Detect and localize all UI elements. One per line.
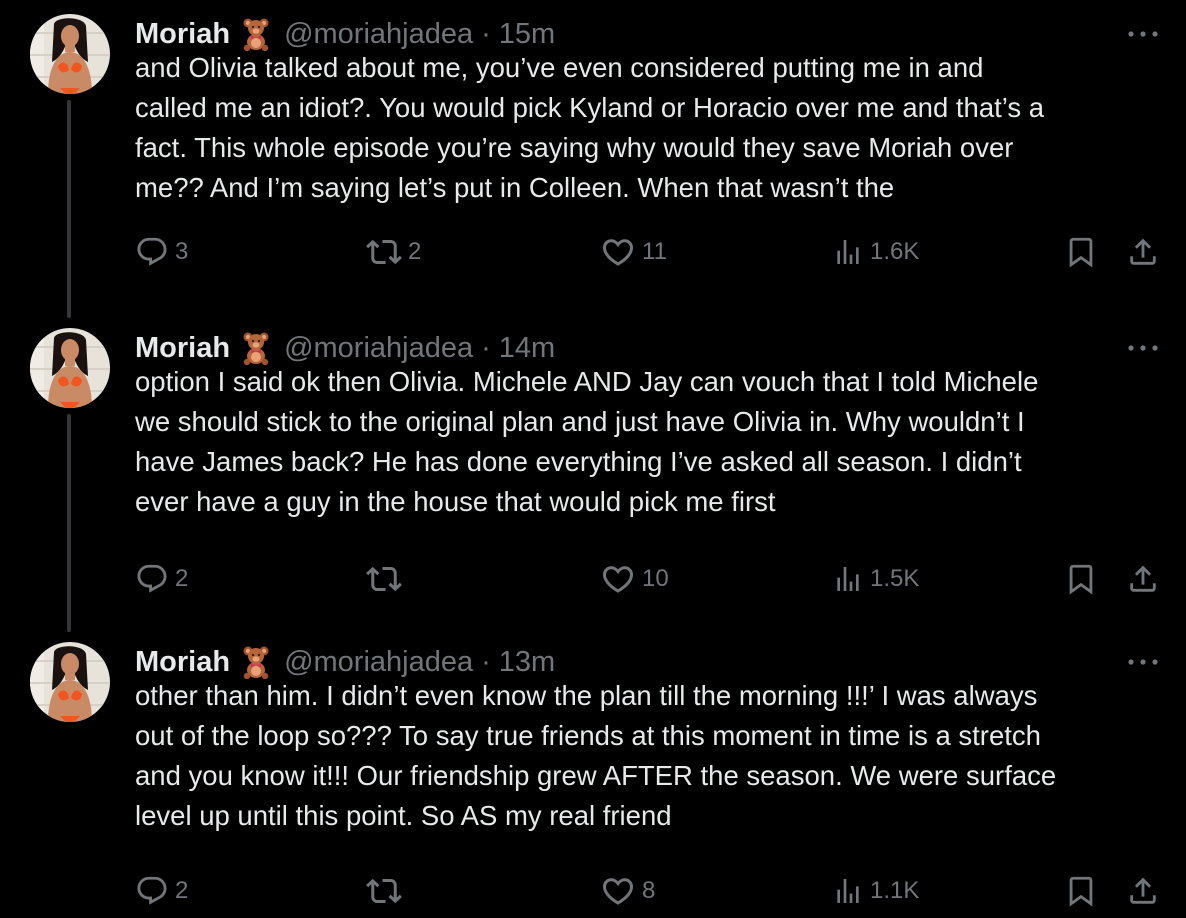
reply-icon: [135, 874, 169, 908]
like-icon: [600, 234, 636, 270]
thread-line: [67, 310, 71, 318]
tweet[interactable]: Moriah @moriahjadea · 14m option I said …: [0, 310, 1186, 632]
display-name[interactable]: Moriah: [135, 332, 230, 365]
teddy-bear-icon: [242, 645, 270, 679]
reply-button[interactable]: 3: [135, 232, 188, 272]
share-button[interactable]: [1126, 871, 1160, 911]
reply-count: 2: [175, 565, 189, 592]
separator-dot: ·: [481, 331, 491, 364]
bookmark-icon: [1064, 235, 1098, 269]
view-count: 1.1K: [870, 877, 920, 904]
display-name[interactable]: Moriah: [135, 18, 230, 51]
user-handle[interactable]: @moriahjadea: [284, 332, 473, 365]
like-button[interactable]: 11: [600, 232, 667, 272]
like-count: 11: [642, 238, 667, 265]
thread-line: [67, 624, 71, 632]
action-bar: 2 8 1.1K: [0, 871, 1186, 911]
share-button[interactable]: [1126, 559, 1160, 599]
tweet[interactable]: Moriah @moriahjadea · 13m other than him…: [0, 624, 1186, 918]
avatar[interactable]: [30, 14, 110, 94]
timestamp[interactable]: 15m: [499, 18, 555, 51]
view-count: 1.6K: [870, 238, 920, 265]
thread-line: [67, 414, 71, 632]
bookmark-icon: [1064, 874, 1098, 908]
like-button[interactable]: 10: [600, 559, 669, 599]
repost-count: 2: [408, 238, 422, 265]
share-icon: [1126, 874, 1160, 908]
avatar[interactable]: [30, 328, 110, 408]
like-count: 8: [642, 877, 656, 904]
separator-dot: ·: [481, 17, 491, 50]
timestamp[interactable]: 13m: [499, 646, 555, 679]
like-count: 10: [642, 565, 669, 592]
reply-count: 2: [175, 877, 189, 904]
bookmark-icon: [1064, 562, 1098, 596]
view-count: 1.5K: [870, 565, 920, 592]
action-bar: 2 10 1.5K: [0, 559, 1186, 599]
views-button[interactable]: 1.5K: [832, 559, 919, 599]
more-options-icon[interactable]: [1126, 338, 1160, 358]
share-button[interactable]: [1126, 232, 1160, 272]
views-icon: [832, 236, 864, 268]
share-icon: [1126, 235, 1160, 269]
more-options-icon[interactable]: [1126, 24, 1160, 44]
tweet-text: other than him. I didn’t even know the p…: [135, 680, 1057, 831]
reply-icon: [135, 235, 169, 269]
repost-icon: [366, 873, 402, 909]
display-name[interactable]: Moriah: [135, 646, 230, 679]
user-handle[interactable]: @moriahjadea: [284, 18, 473, 51]
reply-icon: [135, 562, 169, 596]
thread-line: [67, 100, 71, 318]
more-options-icon[interactable]: [1126, 652, 1160, 672]
like-icon: [600, 873, 636, 909]
avatar[interactable]: [30, 642, 110, 722]
like-button[interactable]: 8: [600, 871, 655, 911]
like-icon: [600, 561, 636, 597]
reply-count: 3: [175, 238, 189, 265]
views-icon: [832, 875, 864, 907]
teddy-bear-icon: [242, 331, 270, 365]
repost-icon: [366, 561, 402, 597]
user-handle[interactable]: @moriahjadea: [284, 646, 473, 679]
share-icon: [1126, 562, 1160, 596]
repost-button[interactable]: 2: [366, 232, 421, 272]
views-button[interactable]: 1.6K: [832, 232, 919, 272]
timestamp[interactable]: 14m: [499, 332, 555, 365]
tweet-text: option I said ok then Olivia. Michele AN…: [135, 366, 1039, 517]
reply-button[interactable]: 2: [135, 559, 188, 599]
action-bar: 3 2 11 1.6K: [0, 232, 1186, 272]
teddy-bear-icon: [242, 17, 270, 51]
bookmark-button[interactable]: [1064, 871, 1098, 911]
bookmark-button[interactable]: [1064, 559, 1098, 599]
tweet[interactable]: Moriah @moriahjadea · 15m and Olivia tal…: [0, 0, 1186, 318]
repost-icon: [366, 234, 402, 270]
views-button[interactable]: 1.1K: [832, 871, 919, 911]
tweet-text: and Olivia talked about me, you’ve even …: [135, 52, 1045, 203]
repost-button[interactable]: [366, 559, 408, 599]
reply-button[interactable]: 2: [135, 871, 188, 911]
separator-dot: ·: [481, 645, 491, 678]
views-icon: [832, 563, 864, 595]
repost-button[interactable]: [366, 871, 408, 911]
bookmark-button[interactable]: [1064, 232, 1098, 272]
